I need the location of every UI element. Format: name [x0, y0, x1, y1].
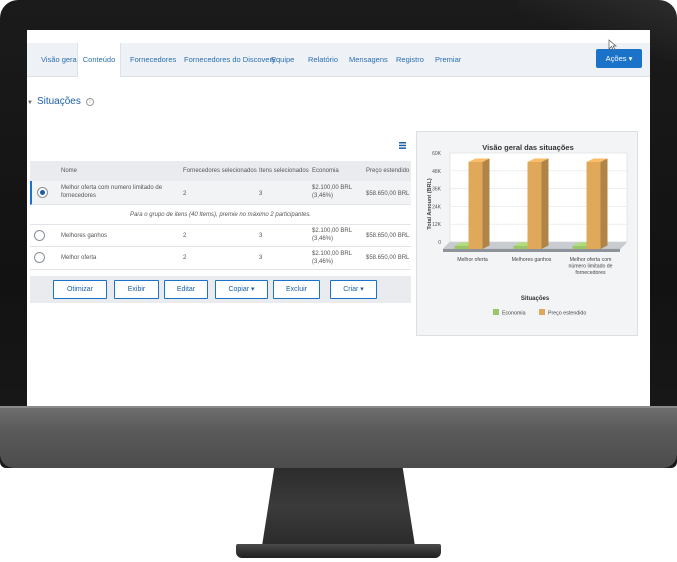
header-economia[interactable]: Economia — [312, 161, 339, 181]
tab-conteudo[interactable]: Conteúdo — [77, 43, 121, 77]
cell-name: Melhores ganhos — [61, 233, 108, 239]
row-radio[interactable] — [34, 230, 45, 241]
cell-price: $58.650,00 BRL — [366, 255, 410, 261]
cell-items: 3 — [259, 233, 263, 239]
x-tick-label: Melhores ganhos — [512, 257, 552, 263]
y-tick-label: 60K — [432, 151, 442, 157]
scenarios-chart-panel: Visão geral das situações 0 12K 24K 36K 48K 6… — [416, 131, 638, 336]
tab-mensagens[interactable]: Mensagens — [349, 43, 388, 77]
edit-button[interactable]: Editar — [164, 280, 208, 299]
bar-1 — [527, 162, 542, 249]
chart-floor-edge — [443, 249, 620, 252]
award-note: Para o grupo de itens (40 Items), premie… — [30, 205, 411, 225]
y-tick-label: 24K — [432, 204, 442, 210]
monitor-chin — [0, 406, 677, 468]
cell-price: $58.650,00 BRL — [366, 191, 410, 197]
cell-price: $58.650,00 BRL — [366, 233, 410, 239]
cell-suppliers: 2 — [183, 191, 187, 197]
legend-swatch-1 — [539, 309, 545, 315]
x-tick-label: fornecedores — [575, 270, 606, 276]
collapse-arrow-icon[interactable]: ▼ — [27, 100, 33, 106]
tab-relatorio[interactable]: Relatório — [308, 43, 338, 77]
legend-label-1: Preço estendido — [548, 311, 586, 317]
monitor-stand-neck — [262, 468, 415, 546]
tab-fornecedores[interactable]: Fornecedores — [130, 43, 176, 77]
bar-chart: 0 12K 24K 36K 48K 60K Total Amount (BRL) Melhor… — [427, 151, 628, 317]
header-nome[interactable]: Nome — [61, 161, 77, 181]
table-header: Nome Fornecedores selecionados Itens sel… — [30, 161, 411, 181]
optimize-button[interactable]: Otimizar — [53, 280, 107, 299]
delete-button[interactable]: Excluir — [273, 280, 320, 299]
table-toolbar: Otimizar Exibir Editar Copiar ▾ Excluir … — [30, 276, 411, 303]
bar-side-1 — [541, 158, 549, 249]
header-fornecedores[interactable]: Fornecedores selecionados — [183, 161, 257, 181]
monitor-stand-base — [236, 544, 441, 558]
tab-registro[interactable]: Registro — [396, 43, 424, 77]
row-radio[interactable] — [34, 252, 45, 263]
cell-economy: $2.100,00 BRL (3,46%) — [312, 251, 352, 265]
x-tick-label: Melhor oferta com — [570, 257, 612, 263]
header-itens[interactable]: Itens selecionados — [259, 161, 309, 181]
table-row[interactable]: Melhor oferta com numero limitado de for… — [30, 181, 411, 205]
cell-items: 3 — [259, 191, 263, 197]
bar-1 — [468, 162, 483, 249]
y-axis-label: Total Amount (BRL) — [427, 178, 433, 229]
cell-items: 3 — [259, 255, 263, 261]
bar-0 — [513, 245, 528, 249]
x-tick-label: número limitado de — [568, 264, 612, 270]
table-row[interactable]: Melhor oferta 2 3 $2.100,00 BRL (3,46%) … — [30, 247, 411, 270]
cell-name: Melhor oferta — [61, 255, 97, 261]
y-tick-label: 36K — [432, 187, 442, 193]
cell-suppliers: 2 — [183, 233, 187, 239]
tab-premiar[interactable]: Premiar — [435, 43, 461, 77]
table-row[interactable]: Melhores ganhos 2 3 $2.100,00 BRL (3,46%… — [30, 225, 411, 247]
create-dropdown-button[interactable]: Criar ▾ — [330, 280, 377, 299]
cell-suppliers: 2 — [183, 255, 187, 261]
bar-0 — [572, 245, 587, 249]
info-icon[interactable]: i — [85, 98, 94, 106]
header-preco[interactable]: Preço estendido — [366, 161, 409, 181]
grid-view-icon[interactable] — [399, 142, 406, 149]
bar-0 — [454, 245, 469, 249]
y-tick-label: 12K — [432, 222, 442, 228]
bar-1 — [586, 162, 601, 249]
y-tick-label: 0 — [438, 240, 441, 246]
app-screen: Visão geral Conteúdo Fornecedores Fornec… — [27, 30, 650, 406]
mouse-cursor-icon — [608, 39, 617, 51]
copy-dropdown-button[interactable]: Copiar ▾ — [215, 280, 268, 299]
cell-economy: $2.100,00 BRL (3,46%) — [312, 228, 352, 242]
tab-bar: Visão geral Conteúdo Fornecedores Fornec… — [27, 43, 650, 77]
legend-label-0: Economia — [502, 311, 526, 317]
view-button[interactable]: Exibir — [114, 280, 159, 299]
tab-fornecedores-discovery[interactable]: Fornecedores do Discovery — [184, 43, 276, 77]
row-radio-selected[interactable] — [37, 187, 48, 198]
cell-name: Melhor oferta com numero limitado de for… — [61, 185, 163, 199]
bar-side-1 — [600, 158, 608, 249]
tab-equipe[interactable]: Equipe — [271, 43, 294, 77]
cell-economy: $2.100,00 BRL (3,46%) — [312, 185, 352, 199]
legend-swatch-0 — [493, 309, 499, 315]
section-title: Situações — [36, 96, 81, 107]
y-tick-label: 48K — [432, 169, 442, 175]
x-axis-label: Situações — [521, 296, 550, 302]
tab-visao-geral[interactable]: Visão geral — [41, 43, 78, 77]
bar-side-1 — [482, 158, 490, 249]
x-tick-label: Melhor oferta — [457, 257, 488, 263]
actions-button[interactable]: Ações ▾ — [596, 49, 642, 68]
section-header[interactable]: ▼ Situações i — [27, 96, 94, 107]
